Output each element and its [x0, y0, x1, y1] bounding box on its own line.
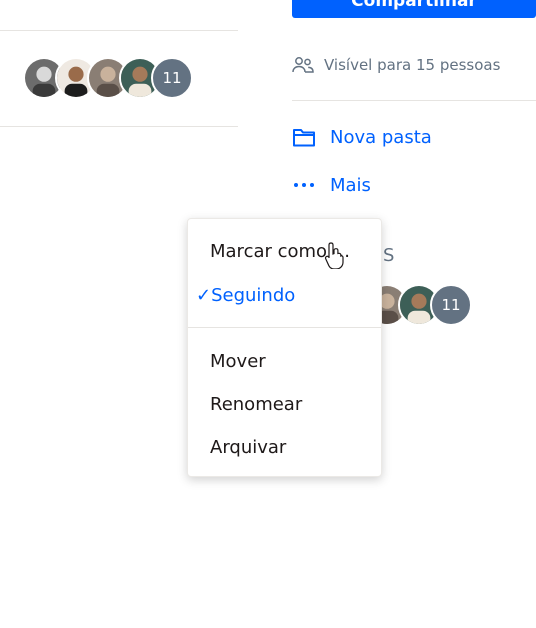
more-button[interactable]: Mais [292, 174, 371, 196]
member-avatars[interactable]: 11 [23, 57, 193, 99]
more-label: Mais [330, 174, 371, 196]
people-icon [292, 57, 314, 73]
menu-item-move[interactable]: Mover [210, 351, 266, 372]
divider [0, 126, 238, 127]
divider [292, 100, 536, 101]
check-icon: ✓ [196, 285, 212, 306]
new-folder-button[interactable]: Nova pasta [292, 126, 432, 148]
avatar-overflow-count: 11 [430, 284, 472, 326]
section-heading-fragment: S [383, 245, 395, 266]
menu-item-following[interactable]: ✓Seguindo [196, 285, 295, 306]
menu-separator [188, 327, 381, 328]
visibility-text: Visível para 15 pessoas [324, 56, 501, 74]
context-menu: Marcar como ... ✓Seguindo Mover Renomear… [187, 218, 382, 477]
folder-icon [292, 126, 316, 148]
more-dots-icon [292, 174, 316, 196]
divider [0, 30, 238, 31]
menu-item-following-label: Seguindo [211, 285, 296, 306]
hand-cursor-icon [324, 242, 344, 269]
share-button-label: Compartilhar [351, 0, 477, 11]
visibility-info: Visível para 15 pessoas [292, 55, 500, 75]
avatar-overflow-count: 11 [151, 57, 193, 99]
menu-item-rename[interactable]: Renomear [210, 394, 302, 415]
new-folder-label: Nova pasta [330, 126, 432, 148]
menu-item-archive[interactable]: Arquivar [210, 437, 286, 458]
share-button[interactable]: Compartilhar [292, 0, 536, 18]
